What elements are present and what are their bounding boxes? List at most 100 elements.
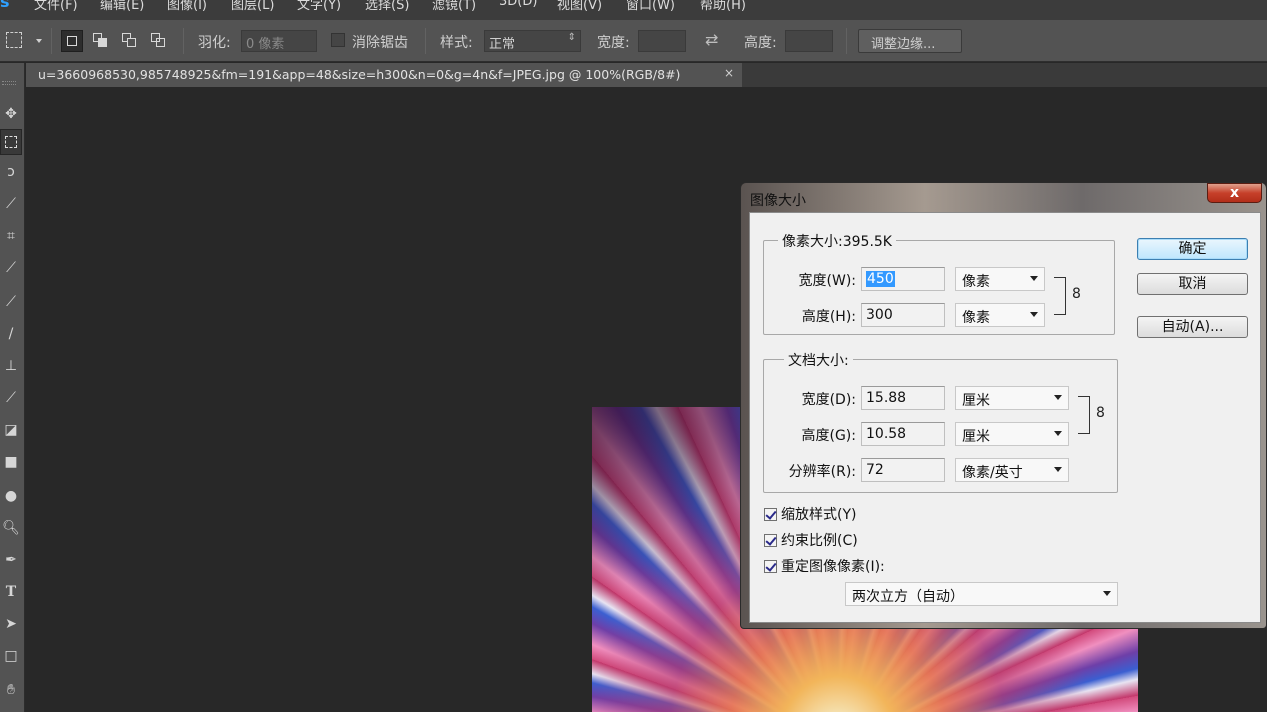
resample-method-value: 两次立方（自动） (852, 589, 964, 605)
subtract-from-selection-icon[interactable] (119, 30, 141, 52)
menu-help[interactable]: 帮助(H) (700, 0, 746, 13)
clone-stamp-tool-icon[interactable]: ⊥ (0, 353, 22, 379)
eraser-tool-icon[interactable]: ◪ (0, 417, 22, 443)
photoshop-logo: s (0, 0, 10, 11)
add-to-selection-icon[interactable] (90, 30, 112, 52)
menu-bar: s 文件(F) 编辑(E) 图像(I) 图层(L) 文字(Y) 选择(S) 滤镜… (0, 0, 1267, 20)
pixel-size-legend: 像素大小:395.5K (778, 231, 896, 251)
pixel-height-unit-select[interactable]: 像素 (955, 303, 1045, 327)
dialog-body: 像素大小:395.5K 宽度(W): 450 像素 高度(H): 300 像素 … (749, 212, 1261, 623)
width-input[interactable] (638, 30, 686, 52)
type-tool-icon[interactable]: T (0, 579, 22, 605)
height-label: 高度: (744, 35, 777, 51)
tools-panel: ✥ ↄ ⟋ ⌗ ⟋ ⟋ / ⊥ ⟋ ◪ ■ ● 🔍︎ ✒ T ➤ □ ✋︎ (0, 63, 25, 712)
resolution-unit-select[interactable]: 像素/英寸 (955, 458, 1069, 482)
document-size-legend: 文档大小: (784, 350, 853, 370)
pixel-height-input[interactable]: 300 (861, 303, 945, 327)
scale-styles-checkbox[interactable]: 缩放样式(Y) (764, 504, 856, 524)
menu-type[interactable]: 文字(Y) (297, 0, 341, 13)
feather-label: 羽化: (198, 35, 231, 51)
doc-width-input[interactable]: 15.88 (861, 386, 945, 410)
rectangle-tool-icon[interactable]: □ (0, 643, 22, 669)
style-label: 样式: (440, 35, 473, 51)
resolution-input[interactable]: 72 (861, 458, 945, 482)
checkmark-icon (764, 560, 777, 573)
document-tab[interactable]: u=3660968530,985748925&fm=191&app=48&siz… (26, 63, 742, 87)
doc-chain-link-icon: 8 (1096, 405, 1105, 421)
doc-link-bracket (1078, 396, 1090, 434)
menu-window[interactable]: 窗口(W) (626, 0, 675, 13)
updown-arrow-icon: ⇕ (567, 32, 576, 43)
dialog-title: 图像大小 (750, 193, 806, 209)
marquee-preset-icon[interactable] (6, 32, 22, 48)
close-dialog-button[interactable]: x (1207, 183, 1262, 203)
lasso-tool-icon[interactable]: ↄ (0, 159, 22, 185)
new-selection-icon[interactable] (61, 30, 83, 52)
doc-height-unit-select[interactable]: 厘米 (955, 422, 1069, 446)
quick-selection-tool-icon[interactable]: ⟋ (0, 191, 22, 217)
doc-width-unit-select[interactable]: 厘米 (955, 386, 1069, 410)
refine-edge-button[interactable]: 调整边缘... (858, 29, 962, 53)
history-brush-tool-icon[interactable]: ⟋ (0, 385, 22, 411)
resample-image-label: 重定图像像素(I): (781, 559, 885, 575)
resolution-unit: 像素/英寸 (962, 465, 1023, 481)
pixel-width-unit: 像素 (962, 274, 990, 290)
panel-grip[interactable] (2, 81, 16, 85)
document-tab-title: u=3660968530,985748925&fm=191&app=48&siz… (38, 67, 681, 82)
width-label: 宽度: (597, 35, 630, 51)
path-selection-tool-icon[interactable]: ➤ (0, 611, 22, 637)
image-size-dialog: 图像大小 x 像素大小:395.5K 宽度(W): 450 像素 高度(H): … (740, 182, 1267, 629)
doc-width-unit: 厘米 (962, 393, 990, 409)
move-tool-icon[interactable]: ✥ (0, 101, 22, 127)
cancel-button[interactable]: 取消 (1137, 273, 1248, 295)
dodge-tool-icon[interactable]: 🔍︎ (0, 515, 22, 541)
menu-filter[interactable]: 滤镜(T) (432, 0, 476, 13)
doc-height-input[interactable]: 10.58 (861, 422, 945, 446)
resample-image-checkbox[interactable]: 重定图像像素(I): (764, 556, 885, 576)
healing-brush-tool-icon[interactable]: ⟋ (0, 289, 22, 315)
menu-select[interactable]: 选择(S) (365, 0, 409, 13)
antialias-checkbox[interactable] (331, 33, 345, 47)
intersect-selection-icon[interactable] (148, 30, 170, 52)
blur-tool-icon[interactable]: ● (0, 483, 22, 509)
doc-width-label: 宽度(D): (801, 392, 856, 408)
menu-view[interactable]: 视图(V) (557, 0, 602, 13)
crop-tool-icon[interactable]: ⌗ (0, 223, 22, 249)
close-tab-icon[interactable]: × (724, 66, 734, 80)
feather-input[interactable]: 0 像素 (241, 30, 317, 52)
gradient-tool-icon[interactable]: ■ (0, 449, 22, 475)
pixel-chain-link-icon: 8 (1072, 286, 1081, 302)
menu-edit[interactable]: 编辑(E) (100, 0, 144, 13)
document-tab-bar: u=3660968530,985748925&fm=191&app=48&siz… (26, 63, 1267, 87)
resolution-label: 分辨率(R): (788, 464, 856, 480)
doc-height-unit: 厘米 (962, 429, 990, 445)
ok-button[interactable]: 确定 (1137, 238, 1248, 260)
pixel-link-bracket (1054, 277, 1066, 315)
swap-icon[interactable]: ⇄ (705, 30, 718, 49)
pixel-height-unit: 像素 (962, 310, 990, 326)
menu-layer[interactable]: 图层(L) (231, 0, 274, 13)
pixel-width-input[interactable]: 450 (861, 267, 945, 291)
antialias-label: 消除锯齿 (352, 35, 408, 51)
menu-3d[interactable]: 3D(D) (499, 0, 537, 9)
menu-image[interactable]: 图像(I) (167, 0, 207, 13)
menu-file[interactable]: 文件(F) (34, 0, 78, 13)
marquee-tool-icon[interactable] (0, 129, 22, 155)
auto-button[interactable]: 自动(A)... (1137, 316, 1248, 338)
pen-tool-icon[interactable]: ✒ (0, 547, 22, 573)
resample-method-select[interactable]: 两次立方（自动） (845, 582, 1118, 606)
style-select[interactable]: 正常 ⇕ (484, 30, 581, 52)
pixel-width-unit-select[interactable]: 像素 (955, 267, 1045, 291)
doc-height-label: 高度(G): (801, 428, 857, 444)
brush-tool-icon[interactable]: / (0, 321, 22, 347)
preset-dropdown-icon[interactable] (36, 39, 42, 43)
pixel-height-label: 高度(H): (801, 309, 856, 325)
options-bar: 羽化: 0 像素 消除锯齿 样式: 正常 ⇕ 宽度: ⇄ 高度: 调整边缘... (0, 20, 1267, 62)
height-input[interactable] (785, 30, 833, 52)
scale-styles-label: 缩放样式(Y) (781, 507, 857, 523)
style-select-value: 正常 (489, 37, 516, 52)
checkmark-icon (764, 508, 777, 521)
hand-tool-icon[interactable]: ✋︎ (0, 677, 22, 703)
eyedropper-tool-icon[interactable]: ⟋ (0, 255, 22, 281)
constrain-proportions-checkbox[interactable]: 约束比例(C) (764, 530, 858, 550)
